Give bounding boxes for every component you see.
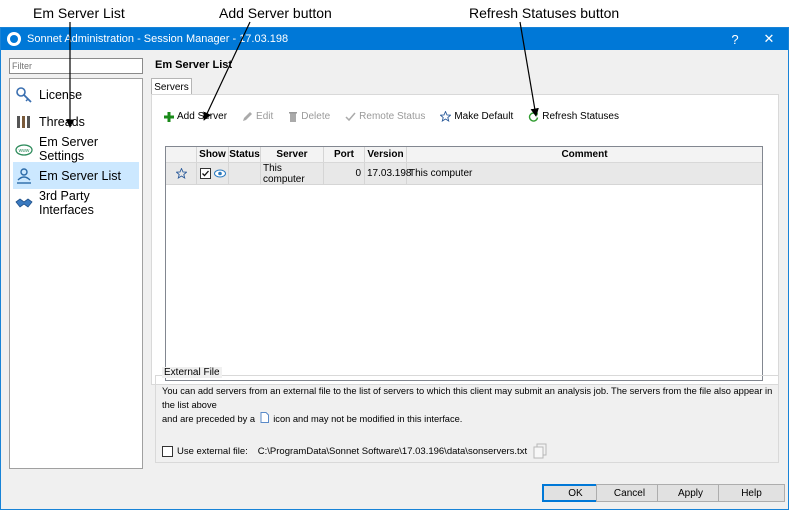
edit-button[interactable]: Edit [242, 111, 273, 122]
column-header-server[interactable]: Server [261, 147, 324, 162]
description-line-2b: icon and may not be modified in this int… [273, 414, 463, 424]
delete-button[interactable]: Delete [288, 111, 330, 122]
apply-button[interactable]: Apply [657, 484, 724, 502]
eye-icon [213, 169, 226, 178]
file-icon [260, 412, 269, 423]
edit-label: Edit [256, 111, 274, 122]
plus-icon [164, 111, 174, 122]
handshake-icon [15, 198, 33, 208]
default-star-cell[interactable] [166, 163, 197, 184]
cancel-button[interactable]: Cancel [596, 484, 663, 502]
sidebar-item-em-server-settings[interactable]: www Em Server Settings [10, 134, 142, 163]
external-file-legend: External File [162, 367, 222, 378]
column-header-show[interactable]: Show [197, 147, 229, 162]
star-icon [175, 168, 187, 179]
add-server-label: Add Server [177, 111, 228, 122]
version-cell: 17.03.198 [365, 163, 412, 184]
description-line-2a: and are preceded by a [162, 414, 256, 424]
delete-label: Delete [301, 111, 331, 122]
use-external-file-label[interactable]: Use external file: [177, 446, 248, 457]
sidebar-item-label: Threads [39, 114, 85, 129]
apply-label: Apply [677, 487, 703, 499]
sonnet-app-icon [7, 32, 21, 46]
column-header-version[interactable]: Version [365, 147, 407, 162]
comment-cell: This computer [409, 168, 473, 179]
trash-icon [289, 112, 298, 122]
threads-icon [17, 115, 30, 128]
use-external-file-row: Use external file: C:\ProgramData\Sonnet… [162, 443, 549, 459]
sidebar-item-label: Em Server List [39, 168, 121, 183]
filter-input[interactable] [9, 58, 143, 74]
browse-file-icon[interactable] [533, 443, 549, 459]
sidebar-item-license[interactable]: License [10, 81, 142, 108]
title-help-button[interactable]: ? [718, 28, 752, 50]
pencil-icon [243, 112, 253, 121]
help-label: Help [741, 487, 762, 499]
sidebar-item-label: Em Server Settings [39, 134, 99, 163]
servers-tab-panel: Add Server Edit Delete Remote Status Mak… [151, 94, 779, 385]
external-file-description: You can add servers from an external fil… [162, 384, 777, 426]
toolbar: Add Server Edit Delete Remote Status Mak… [164, 111, 634, 122]
column-header-port[interactable]: Port [324, 147, 365, 162]
tab-servers[interactable]: Servers [151, 78, 192, 95]
use-external-file-checkbox[interactable] [162, 445, 173, 457]
make-default-button[interactable]: Make Default [440, 111, 513, 122]
sidebar-item-threads[interactable]: Threads [10, 108, 142, 135]
server-table: Show Status Server Port Version Comment [165, 146, 763, 381]
show-cell[interactable] [197, 163, 229, 184]
svg-text:www: www [19, 148, 30, 154]
annotation-add-server-button: Add Server button [219, 5, 332, 21]
title-close-button[interactable]: ✕ [752, 28, 786, 50]
refresh-statuses-button[interactable]: Refresh Statuses [528, 111, 619, 122]
refresh-icon [529, 112, 539, 122]
make-default-label: Make Default [454, 111, 514, 122]
sidebar-item-label: License [39, 87, 83, 102]
add-server-button[interactable]: Add Server [164, 111, 227, 122]
page-title: Em Server List [155, 59, 233, 71]
column-header-default [166, 147, 197, 162]
help-button[interactable]: Help [718, 484, 785, 502]
column-header-comment[interactable]: Comment [407, 147, 762, 162]
key-icon [16, 86, 32, 103]
sidebar-item-em-server-list[interactable]: Em Server List [13, 162, 139, 189]
port-cell: 0 [324, 163, 365, 184]
sidebar-nav: License Threads www Em Server Settings E… [9, 78, 143, 469]
title-bar: Sonnet Administration - Session Manager … [1, 28, 788, 50]
ok-label: OK [568, 487, 583, 499]
refresh-statuses-label: Refresh Statuses [542, 111, 619, 122]
sidebar-item-label: 3rd Party Interfaces [39, 188, 94, 217]
annotation-em-server-list: Em Server List [33, 5, 125, 21]
status-cell [229, 163, 261, 184]
cancel-label: Cancel [613, 487, 646, 499]
column-header-status[interactable]: Status [229, 147, 261, 162]
checkbox-checked-icon[interactable] [199, 168, 211, 179]
window-title: Sonnet Administration - Session Manager … [27, 33, 289, 45]
server-cell: This computer [261, 163, 324, 185]
external-file-path: C:\ProgramData\Sonnet Software\17.03.196… [257, 445, 528, 457]
description-line-1: You can add servers from an external fil… [162, 386, 773, 410]
annotation-refresh-statuses-button: Refresh Statuses button [469, 5, 620, 21]
remote-status-button[interactable]: Remote Status [345, 111, 425, 122]
table-row[interactable]: This computer 0 17.03.198 This computer [166, 163, 762, 185]
star-icon [440, 111, 452, 122]
www-cloud-icon: www [15, 143, 33, 156]
screenshot-root: Em Server List Add Server button Refresh… [0, 0, 789, 510]
sidebar-item-3rd-party-interfaces[interactable]: 3rd Party Interfaces [10, 188, 142, 217]
table-header: Show Status Server Port Version Comment [166, 147, 762, 163]
remote-status-label: Remote Status [359, 111, 426, 122]
server-user-icon [17, 167, 31, 184]
checkmark-icon [345, 112, 356, 121]
